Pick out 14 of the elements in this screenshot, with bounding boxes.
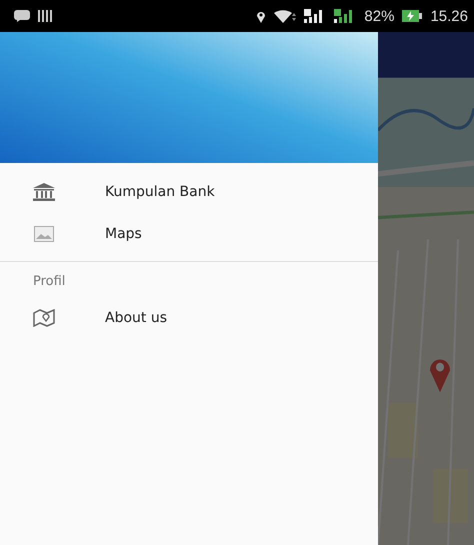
battery-icon	[402, 10, 422, 22]
location-icon	[256, 10, 266, 22]
barcode-icon	[38, 10, 52, 22]
image-icon	[33, 226, 55, 242]
drawer-item[interactable]: About us	[0, 297, 378, 339]
battery-percent: 82%	[364, 8, 394, 24]
drawer-item[interactable]: Maps	[0, 213, 378, 255]
section-title: Profil	[32, 273, 66, 291]
bank-icon	[33, 183, 55, 201]
chat-icon	[14, 10, 30, 22]
map-icon	[33, 309, 55, 327]
wifi-icon	[274, 9, 296, 23]
clock: 15.26	[430, 8, 468, 24]
drawer-item[interactable]: Kumpulan Bank	[0, 171, 378, 213]
